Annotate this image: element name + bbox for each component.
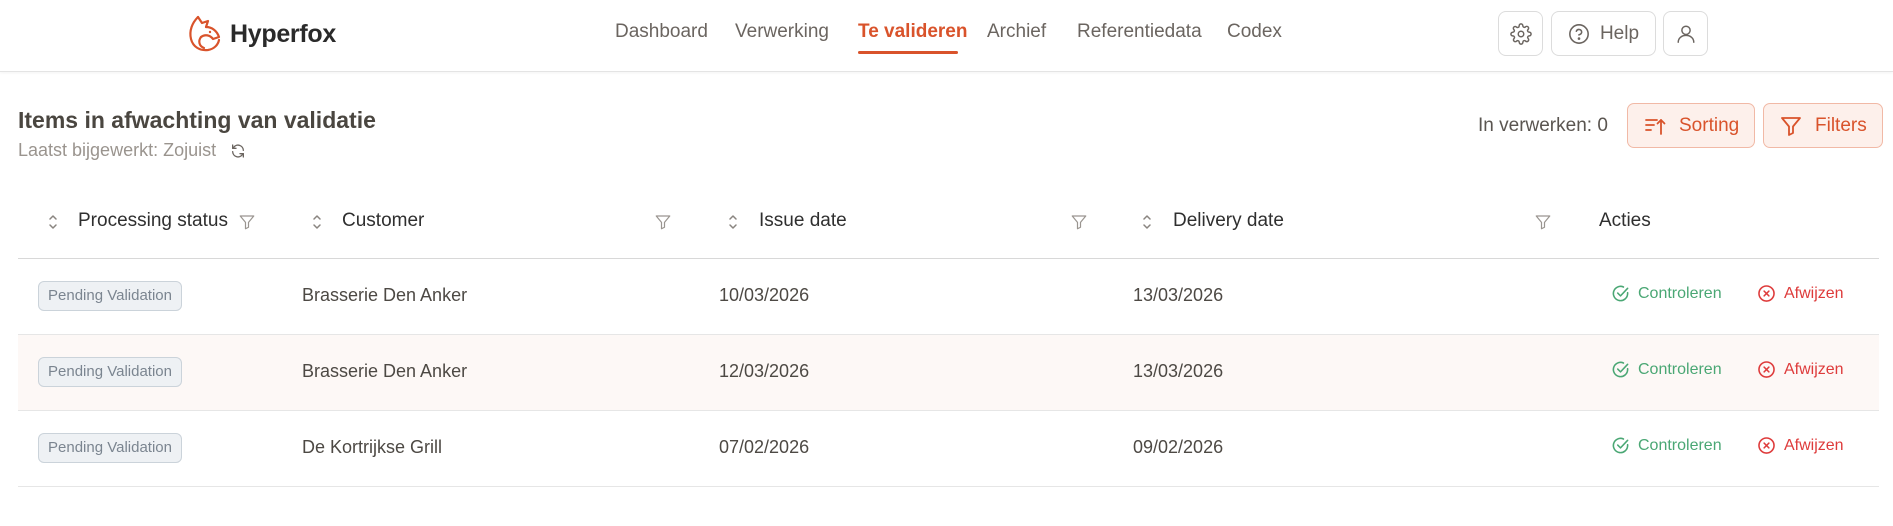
afwijzen-label: Afwijzen bbox=[1784, 284, 1844, 302]
table-row[interactable]: Pending Validation Brasserie Den Anker 1… bbox=[18, 335, 1879, 411]
page-title: Items in afwachting van validatie bbox=[18, 107, 376, 133]
nav-verwerking[interactable]: Verwerking bbox=[735, 21, 829, 43]
validation-table: Processing status Customer Issue date De… bbox=[18, 190, 1879, 487]
afwijzen-button[interactable]: Afwijzen bbox=[1757, 436, 1844, 455]
settings-button[interactable] bbox=[1498, 11, 1543, 56]
fox-logo-icon bbox=[189, 15, 221, 52]
processing-count: In verwerken: 0 bbox=[1478, 115, 1608, 136]
profile-button[interactable] bbox=[1663, 11, 1708, 56]
x-circle-icon bbox=[1758, 361, 1775, 378]
delivery-date-cell: 13/03/2026 bbox=[1133, 285, 1224, 305]
status-badge: Pending Validation bbox=[38, 357, 182, 387]
sort-toggle-icon[interactable] bbox=[1140, 212, 1154, 232]
afwijzen-label: Afwijzen bbox=[1784, 436, 1844, 454]
column-header-issue-date[interactable]: Issue date bbox=[759, 210, 847, 232]
delivery-date-cell: 09/02/2026 bbox=[1133, 437, 1224, 457]
column-filter-icon[interactable] bbox=[654, 213, 672, 231]
sort-ascending-icon bbox=[1645, 118, 1666, 135]
customer-cell: Brasserie Den Anker bbox=[302, 361, 468, 381]
gear-icon bbox=[1509, 22, 1532, 45]
afwijzen-button[interactable]: Afwijzen bbox=[1757, 360, 1844, 379]
afwijzen-button[interactable]: Afwijzen bbox=[1757, 284, 1844, 303]
column-header-customer[interactable]: Customer bbox=[342, 210, 424, 232]
controleren-button[interactable]: Controleren bbox=[1611, 436, 1722, 455]
column-filter-icon[interactable] bbox=[238, 213, 256, 231]
filters-button[interactable]: Filters bbox=[1763, 103, 1883, 148]
afwijzen-label: Afwijzen bbox=[1784, 360, 1844, 378]
issue-date-cell: 10/03/2026 bbox=[719, 285, 810, 305]
customer-cell: Brasserie Den Anker bbox=[302, 285, 468, 305]
active-tab-indicator bbox=[858, 51, 958, 54]
help-label: Help bbox=[1599, 22, 1640, 44]
nav-archief[interactable]: Archief bbox=[987, 21, 1046, 43]
filter-icon bbox=[1781, 116, 1801, 136]
check-circle-icon bbox=[1612, 361, 1629, 378]
controleren-button[interactable]: Controleren bbox=[1611, 284, 1722, 303]
nav-dashboard[interactable]: Dashboard bbox=[615, 21, 708, 43]
nav-codex[interactable]: Codex bbox=[1227, 21, 1282, 43]
status-badge: Pending Validation bbox=[38, 281, 182, 311]
refresh-icon[interactable] bbox=[230, 143, 246, 159]
x-circle-icon bbox=[1758, 437, 1775, 454]
status-badge: Pending Validation bbox=[38, 433, 182, 463]
controleren-label: Controleren bbox=[1638, 360, 1722, 378]
delivery-date-cell: 13/03/2026 bbox=[1133, 361, 1224, 381]
sort-toggle-icon[interactable] bbox=[726, 212, 740, 232]
controleren-label: Controleren bbox=[1638, 436, 1722, 454]
x-circle-icon bbox=[1758, 285, 1775, 302]
controleren-label: Controleren bbox=[1638, 284, 1722, 302]
customer-cell: De Kortrijkse Grill bbox=[302, 437, 443, 457]
table-row[interactable]: Pending Validation Brasserie Den Anker 1… bbox=[18, 259, 1879, 335]
column-filter-icon[interactable] bbox=[1070, 213, 1088, 231]
question-circle-icon bbox=[1569, 23, 1589, 44]
table-body: Pending Validation Brasserie Den Anker 1… bbox=[18, 259, 1879, 487]
controleren-button[interactable]: Controleren bbox=[1611, 360, 1722, 379]
sorting-button[interactable]: Sorting bbox=[1627, 103, 1756, 148]
brand-name: Hyperfox bbox=[230, 19, 336, 48]
top-bar: Hyperfox Dashboard Verwerking Te valider… bbox=[0, 0, 1893, 72]
table-row[interactable]: Pending Validation De Kortrijkse Grill 0… bbox=[18, 411, 1879, 487]
column-header-delivery-date[interactable]: Delivery date bbox=[1173, 210, 1284, 232]
nav-referentiedata[interactable]: Referentiedata bbox=[1077, 21, 1202, 43]
issue-date-cell: 07/02/2026 bbox=[719, 437, 810, 457]
column-filter-icon[interactable] bbox=[1534, 213, 1552, 231]
sorting-label: Sorting bbox=[1679, 114, 1740, 136]
column-header-acties: Acties bbox=[1599, 210, 1651, 231]
filters-label: Filters bbox=[1815, 114, 1867, 136]
user-icon bbox=[1676, 24, 1695, 43]
sort-toggle-icon[interactable] bbox=[310, 212, 324, 232]
help-button[interactable]: Help bbox=[1551, 11, 1656, 56]
brand-logo[interactable]: Hyperfox bbox=[186, 12, 336, 56]
nav-te-valideren[interactable]: Te valideren bbox=[858, 21, 967, 43]
check-circle-icon bbox=[1612, 437, 1629, 454]
sort-toggle-icon[interactable] bbox=[46, 212, 60, 232]
check-circle-icon bbox=[1612, 285, 1629, 302]
last-updated-text: Laatst bijgewerkt: Zojuist bbox=[18, 140, 217, 160]
table-header: Processing status Customer Issue date De… bbox=[18, 190, 1879, 259]
issue-date-cell: 12/03/2026 bbox=[719, 361, 810, 381]
last-updated: Laatst bijgewerkt: Zojuist bbox=[18, 140, 246, 161]
column-header-processing-status[interactable]: Processing status bbox=[78, 210, 228, 232]
